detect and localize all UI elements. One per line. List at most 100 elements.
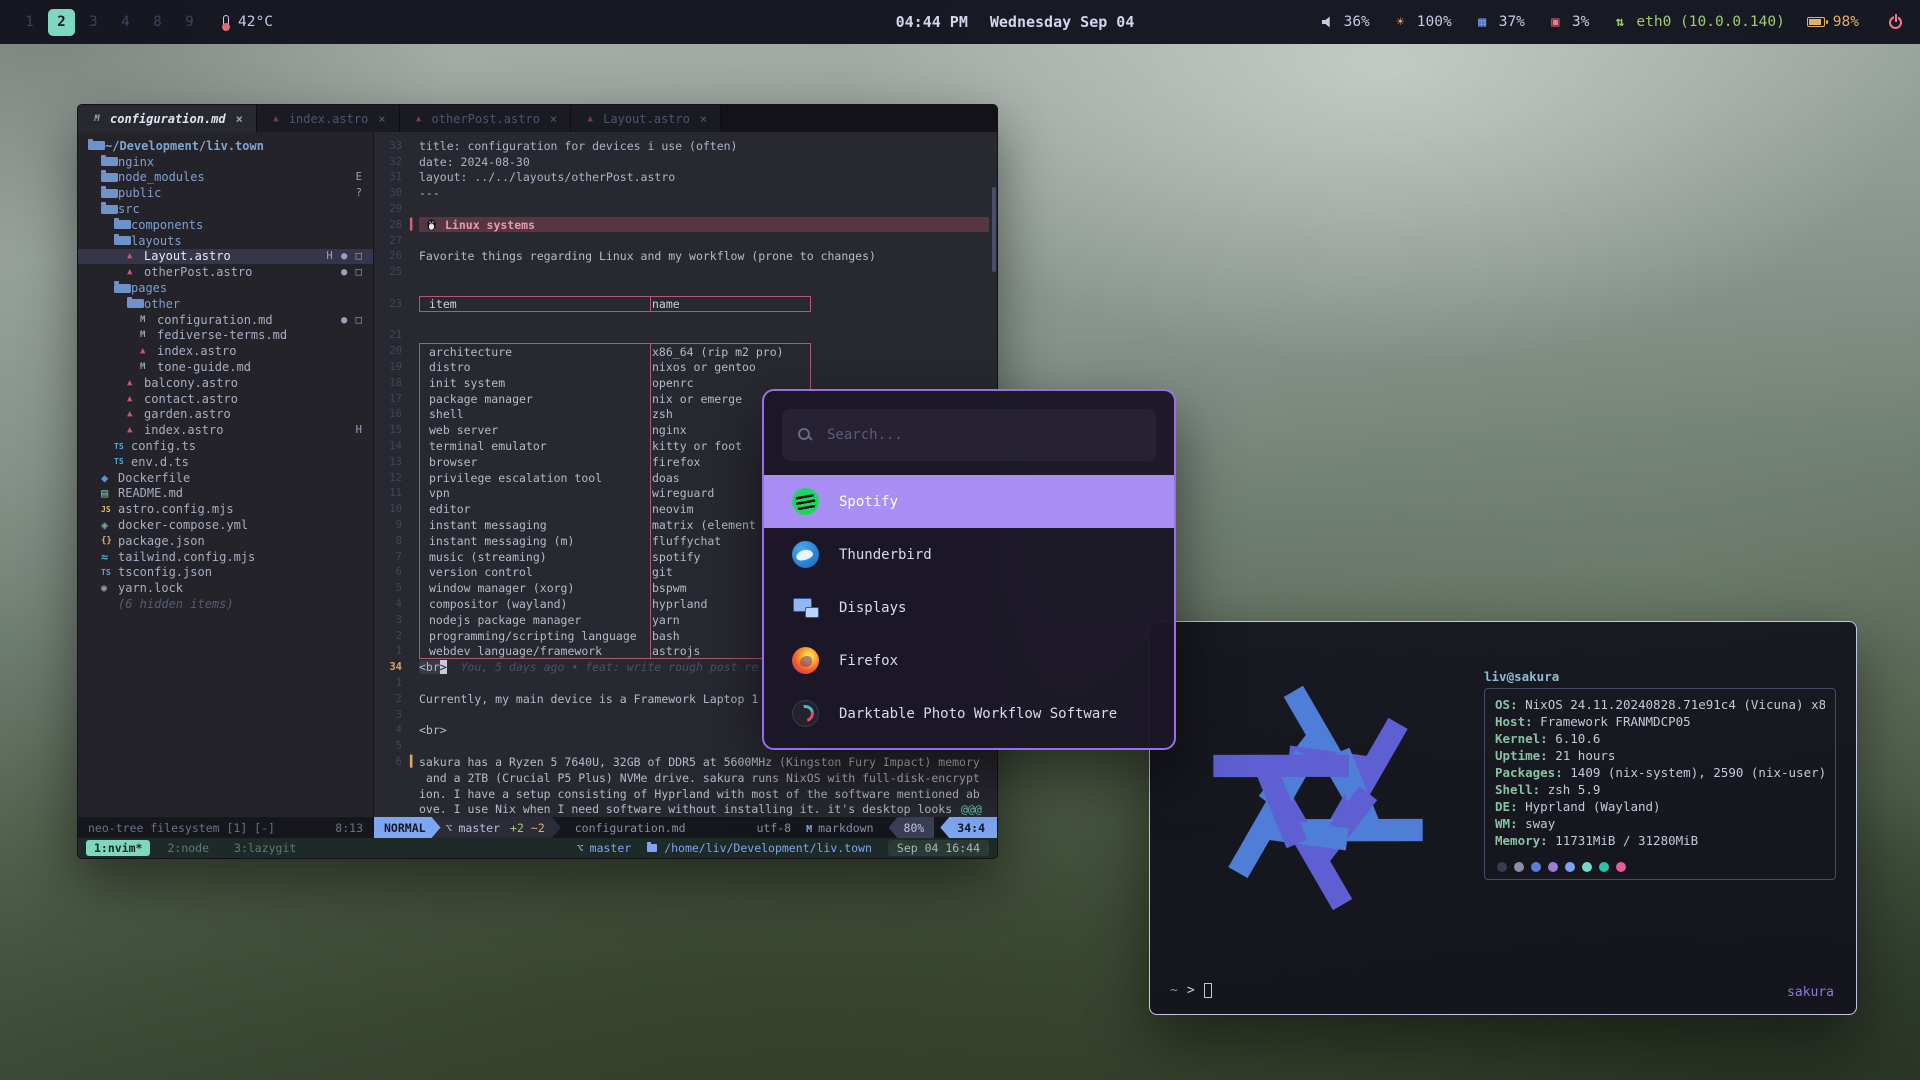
editor-tab[interactable]: otherPost.astro ×	[400, 105, 572, 132]
tree-item[interactable]: index.astro	[78, 343, 373, 359]
tree-item[interactable]: garden.astro	[78, 407, 373, 423]
tree-item[interactable]: src	[78, 201, 373, 217]
editor-line[interactable]: 6sakura has a Ryzen 5 7640U, 32GB of DDR…	[374, 754, 997, 770]
editor-line[interactable]: 25	[374, 264, 997, 280]
terminal-cursor	[1204, 983, 1212, 998]
scrollbar-thumb[interactable]	[992, 187, 996, 272]
editor-line[interactable]: ove. I use Nix when I need software with…	[374, 801, 997, 817]
workspace-button[interactable]: 9	[176, 9, 203, 36]
workspace-button[interactable]: 1	[16, 9, 43, 36]
tree-item[interactable]: env.d.ts	[78, 454, 373, 470]
tree-item[interactable]: configuration.md ● □	[78, 312, 373, 328]
editor-line[interactable]: 19distronixos or gentoo	[374, 359, 997, 375]
tree-item[interactable]: components	[78, 217, 373, 233]
launcher-item[interactable]: Firefox	[764, 634, 1174, 687]
line-number: 12	[374, 472, 410, 484]
line-text: ---	[419, 185, 997, 201]
tree-item[interactable]: node_modules E	[78, 170, 373, 186]
file-icon	[127, 378, 144, 388]
tree-item-badges: E	[356, 171, 373, 183]
launcher-item[interactable]: Darktable Photo Workflow Software	[764, 687, 1174, 740]
bar-module[interactable]: 98%	[1807, 14, 1859, 30]
workspace-button[interactable]: 4	[112, 9, 139, 36]
line-text: Linux systems	[419, 217, 997, 233]
tree-item[interactable]: contact.astro	[78, 391, 373, 407]
terminal-window[interactable]: liv@sakura OS NixOS 24.11.20240828.71e91…	[1149, 621, 1857, 1015]
tree-item[interactable]: README.md	[78, 486, 373, 502]
launcher-item[interactable]: Thunderbird	[764, 528, 1174, 581]
editor-line[interactable]: 27	[374, 233, 997, 249]
editor-tab[interactable]: index.astro ×	[257, 105, 400, 132]
file-icon	[127, 409, 144, 419]
app-icon	[792, 647, 819, 674]
bar-module[interactable]: 36%	[1322, 14, 1370, 30]
editor-line[interactable]: 26Favorite things regarding Linux and my…	[374, 249, 997, 265]
tree-item[interactable]: Layout.astro H ● □	[78, 249, 373, 265]
tree-item[interactable]: public ?	[78, 185, 373, 201]
tree-item[interactable]: config.ts	[78, 438, 373, 454]
editor-line[interactable]: 33title: configuration for devices i use…	[374, 138, 997, 154]
bar-module[interactable]: 3%	[1547, 14, 1589, 30]
editor-tab[interactable]: configuration.md ×	[78, 105, 257, 132]
tree-item[interactable]: package.json	[78, 533, 373, 549]
workspace-button[interactable]: 3	[80, 9, 107, 36]
tree-item[interactable]: tailwind.config.mjs	[78, 549, 373, 565]
bar-module[interactable]: 100%	[1392, 14, 1452, 30]
editor-line[interactable]: and a 2TB (Crucial P5 Plus) NVMe drive. …	[374, 770, 997, 786]
launcher-item[interactable]: Spotify	[764, 475, 1174, 528]
tree-item[interactable]: tsconfig.json	[78, 565, 373, 581]
tab-close-icon[interactable]: ×	[236, 112, 243, 126]
shell-prompt[interactable]: ~ >	[1170, 983, 1212, 998]
tree-item[interactable]: yarn.lock	[78, 580, 373, 596]
bar-module[interactable]: 37%	[1474, 14, 1525, 30]
tree-item-label: public	[118, 186, 161, 200]
launcher-item[interactable]: Displays	[764, 581, 1174, 634]
launcher-item-label: Firefox	[839, 653, 898, 669]
tree-item[interactable]: layouts	[78, 233, 373, 249]
editor-line[interactable]: 21	[374, 328, 997, 344]
editor-line[interactable]: 30---	[374, 185, 997, 201]
workspace-button[interactable]: 8	[144, 9, 171, 36]
tmux-window[interactable]: 2:node	[159, 840, 217, 856]
tmux-window[interactable]: 3:lazygit	[226, 840, 304, 856]
editor-line[interactable]: 32date: 2024-08-30	[374, 154, 997, 170]
temperature-module[interactable]: 42°C	[223, 14, 273, 30]
editor-line[interactable]: 28Linux systems	[374, 217, 997, 233]
tree-item[interactable]: astro.config.mjs	[78, 501, 373, 517]
editor-line[interactable]: 31layout: ../../layouts/otherPost.astro	[374, 170, 997, 186]
line-number: 19	[374, 361, 410, 373]
editor-line[interactable]	[374, 312, 997, 328]
editor-line[interactable]: 23itemname	[374, 296, 997, 312]
bar-module[interactable]: eth0 (10.0.0.140)	[1611, 14, 1784, 30]
fetch-value: 11731MiB / 31280MiB	[1555, 832, 1698, 849]
tmux-window[interactable]: 1:nvim*	[86, 840, 150, 856]
tab-close-icon[interactable]: ×	[550, 112, 557, 126]
power-button[interactable]	[1887, 14, 1904, 31]
launcher-searchbox[interactable]	[782, 409, 1156, 461]
tree-item[interactable]: Dockerfile	[78, 470, 373, 486]
workspace-button[interactable]: 2	[48, 9, 75, 36]
tree-item[interactable]: otherPost.astro ● □	[78, 264, 373, 280]
tree-item[interactable]: ~/Development/liv.town	[78, 138, 373, 154]
tab-close-icon[interactable]: ×	[378, 112, 385, 126]
clock-module[interactable]: 04:44 PM Wednesday Sep 04	[896, 13, 1135, 31]
tree-item[interactable]: fediverse-terms.md	[78, 328, 373, 344]
statusline-filename: configuration.md	[561, 817, 686, 838]
editor-line[interactable]	[374, 280, 997, 296]
editor-line[interactable]: ion. I have a setup consisting of Hyprla…	[374, 786, 997, 802]
tab-close-icon[interactable]: ×	[700, 112, 707, 126]
tree-item[interactable]: balcony.astro	[78, 375, 373, 391]
tree-item[interactable]: other	[78, 296, 373, 312]
tree-item[interactable]: tone-guide.md	[78, 359, 373, 375]
editor-tab[interactable]: Layout.astro ×	[571, 105, 721, 132]
tree-item[interactable]: pages	[78, 280, 373, 296]
tree-item[interactable]: (6 hidden items)	[78, 596, 373, 612]
editor-line[interactable]: 29	[374, 201, 997, 217]
tree-item[interactable]: nginx	[78, 154, 373, 170]
tree-item-label: index.astro	[157, 344, 236, 358]
line-text: sakura has a Ryzen 5 7640U, 32GB of DDR5…	[419, 754, 997, 770]
tree-item[interactable]: docker-compose.yml	[78, 517, 373, 533]
search-input[interactable]	[825, 426, 1140, 444]
tree-item[interactable]: index.astro H	[78, 422, 373, 438]
editor-line[interactable]: 20architecturex86_64 (rip m2 pro)	[374, 343, 997, 359]
